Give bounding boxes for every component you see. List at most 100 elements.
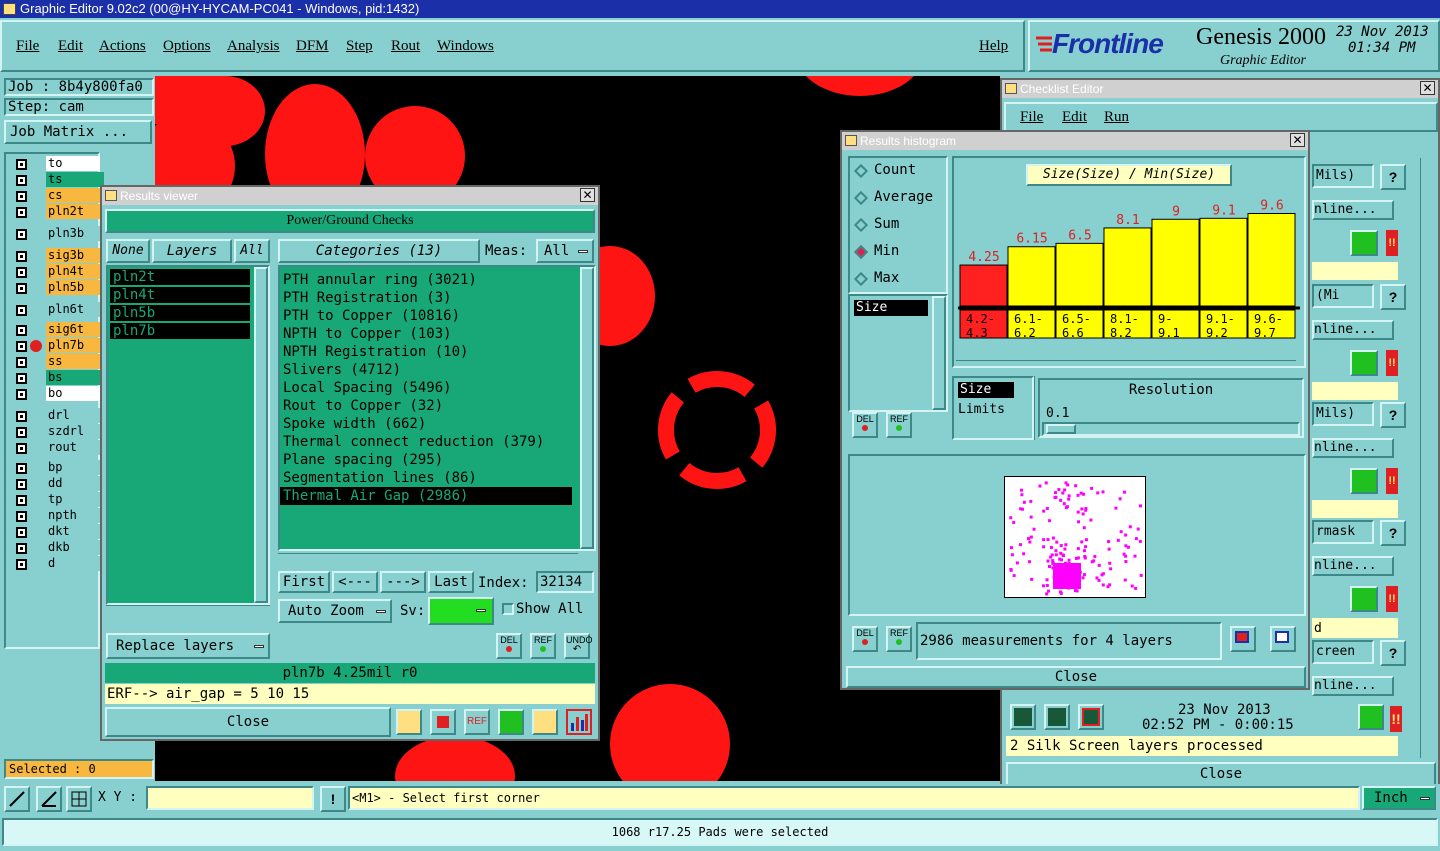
radio-diamond-icon[interactable] [853, 190, 869, 206]
layer-checkbox[interactable] [16, 305, 27, 316]
next-button[interactable]: ---> [380, 571, 426, 593]
help-icon[interactable]: ? [1380, 520, 1406, 546]
layer-row-d[interactable]: d [14, 556, 104, 572]
grid-icon[interactable] [66, 786, 92, 812]
category-item[interactable]: Thermal connect reduction (379) [280, 433, 572, 451]
menu-windows[interactable]: Windows [437, 38, 494, 55]
all-layers-button[interactable]: All [234, 239, 270, 263]
check-param-link[interactable]: nline... [1312, 438, 1394, 458]
layer-row-ts[interactable]: ts [14, 172, 104, 188]
checklist-menu-file[interactable]: File [1020, 109, 1043, 126]
menu-actions[interactable]: Actions [99, 38, 146, 55]
category-item[interactable]: Slivers (4712) [280, 361, 572, 379]
alert-icon[interactable]: !! [1386, 230, 1398, 256]
sv-color-select[interactable] [428, 597, 494, 625]
result-layer-item[interactable]: pln7b [110, 323, 250, 339]
alert-icon[interactable]: !! [1386, 350, 1398, 376]
prev-button[interactable]: <--- [332, 571, 378, 593]
layer-checkbox[interactable] [16, 527, 27, 538]
size-list-scrollbar[interactable] [932, 296, 946, 410]
resolution-slider[interactable] [1042, 422, 1300, 436]
undo-button[interactable]: UNDO ↶ [564, 633, 593, 659]
layer-checkbox[interactable] [16, 283, 27, 294]
radio-diamond-icon[interactable] [853, 244, 869, 260]
layer-row-sig6t[interactable]: sig6t [14, 322, 104, 338]
mode-option-average[interactable]: Average [853, 189, 944, 209]
limits-option[interactable]: Limits [958, 402, 1005, 417]
mode-option-min[interactable]: Min [853, 243, 944, 263]
help-icon[interactable]: ? [1380, 284, 1406, 310]
units-select[interactable]: Inch [1362, 786, 1436, 810]
alert-icon[interactable]: !! [1386, 468, 1398, 494]
layers-scrollbar[interactable] [254, 267, 268, 603]
menu-file[interactable]: File [16, 38, 39, 55]
categories-hscrollbar[interactable] [278, 553, 578, 567]
category-item[interactable]: PTH to Copper (10816) [280, 307, 572, 325]
check-param-link[interactable]: nline... [1312, 200, 1394, 220]
layers-hscrollbar[interactable] [106, 605, 270, 619]
zoom-icon[interactable] [1350, 350, 1378, 376]
histogram-close-button[interactable]: Close [846, 666, 1306, 688]
checklist-menu-run[interactable]: Run [1104, 109, 1129, 126]
histogram-bar[interactable] [959, 264, 1008, 307]
category-item[interactable]: PTH Registration (3) [280, 289, 572, 307]
layer-checkbox[interactable] [16, 159, 27, 170]
layer-row-pln3b[interactable]: pln3b [14, 226, 104, 242]
layer-row-npth[interactable]: npth [14, 508, 104, 524]
close-icon[interactable]: ✕ [1290, 133, 1305, 147]
histogram-bar[interactable] [1103, 227, 1152, 307]
check-param-link[interactable]: nline... [1312, 556, 1394, 576]
result-layer-item[interactable]: pln5b [110, 305, 250, 321]
show-all-checkbox[interactable] [502, 603, 514, 615]
histogram-bar[interactable] [1247, 212, 1296, 307]
resolution-slider-thumb[interactable] [1046, 424, 1076, 434]
run-all-icon[interactable] [1044, 704, 1070, 730]
layer-checkbox[interactable] [16, 373, 27, 384]
layer-row-pln6t[interactable]: pln6t [14, 302, 104, 318]
layer-row-bs[interactable]: bs [14, 370, 104, 386]
numbers-icon[interactable] [498, 709, 524, 735]
radio-diamond-icon[interactable] [853, 217, 869, 233]
layer-checkbox[interactable] [16, 463, 27, 474]
histogram-bar[interactable] [1055, 242, 1104, 307]
distribution-map[interactable] [1004, 476, 1146, 598]
radio-diamond-icon[interactable] [853, 271, 869, 287]
none-button[interactable]: None [106, 239, 150, 263]
zoom-icon[interactable] [1350, 230, 1378, 256]
layer-checkbox[interactable] [16, 267, 27, 278]
zoom-in-icon[interactable] [4, 786, 30, 812]
layers-header-button[interactable]: Layers [152, 239, 232, 263]
layer-row-pln5b[interactable]: pln5b [14, 280, 104, 296]
check-param-link[interactable]: nline... [1312, 676, 1394, 696]
layer-checkbox[interactable] [16, 495, 27, 506]
layer-checkbox[interactable] [16, 443, 27, 454]
del-button[interactable]: DEL [496, 633, 522, 659]
size-list-item[interactable]: Size [854, 300, 928, 316]
category-item[interactable]: PTH annular ring (3021) [280, 271, 572, 289]
checklist-scrollbar[interactable] [1420, 158, 1436, 758]
layer-row-tp[interactable]: tp [14, 492, 104, 508]
radio-diamond-icon[interactable] [853, 163, 869, 179]
result-layer-item[interactable]: pln2t [110, 269, 250, 285]
histogram-icon[interactable] [566, 709, 592, 735]
alert-icon[interactable]: !! [1386, 586, 1398, 612]
run-icon[interactable] [1010, 704, 1036, 730]
layer-checkbox[interactable] [16, 479, 27, 490]
xy-input[interactable] [146, 786, 314, 810]
results-close-button[interactable]: Close [105, 707, 391, 737]
layer-row-szdrl[interactable]: szdrl [14, 424, 104, 440]
zoom-window-icon[interactable] [1270, 626, 1296, 652]
category-item[interactable]: Segmentation lines (86) [280, 469, 572, 487]
checklist-zoom-button[interactable] [1358, 704, 1386, 732]
alert-icon[interactable]: !! [1390, 706, 1402, 732]
mode-option-count[interactable]: Count [853, 162, 944, 182]
menu-help[interactable]: Help [979, 38, 1008, 55]
menu-analysis[interactable]: Analysis [227, 38, 280, 55]
categories-header-button[interactable]: Categories (13) [278, 239, 480, 263]
menu-step[interactable]: Step [346, 38, 373, 55]
histogram-bar[interactable] [1199, 217, 1248, 307]
ref-disabled-icon[interactable]: REF [464, 709, 490, 735]
map-ref-button[interactable]: REF [886, 626, 912, 652]
layer-row-rout[interactable]: rout [14, 440, 104, 456]
index-input[interactable]: 32134 [536, 571, 594, 593]
